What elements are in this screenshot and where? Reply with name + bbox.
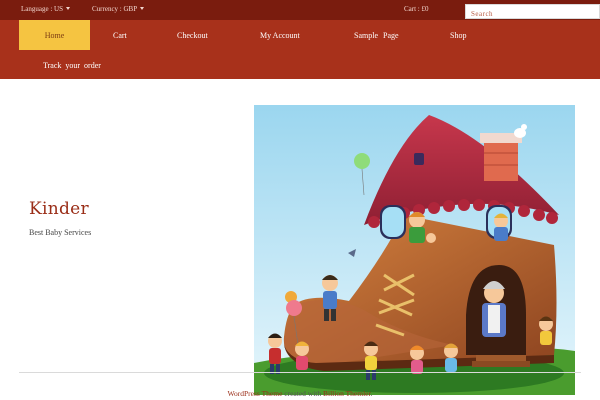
search-box — [465, 4, 600, 19]
caret-down-icon — [140, 7, 145, 10]
language-selector[interactable]: Language : US — [21, 5, 70, 13]
nav-item-my-account[interactable]: My Account — [260, 31, 300, 40]
shoe-house-illustration — [254, 105, 575, 395]
hero-illustration — [254, 105, 575, 395]
caret-down-icon — [66, 7, 70, 10]
nav-item-cart[interactable]: Cart — [113, 31, 127, 40]
main-navigation: Home Cart Checkout My Account Sample Pag… — [0, 20, 600, 79]
footer-period: . — [370, 389, 373, 398]
footer-wordpress-link[interactable]: WordPress Theme — [228, 389, 283, 398]
nav-item-checkout[interactable]: Checkout — [177, 31, 208, 40]
currency-label: Currency : GBP — [92, 5, 138, 13]
top-bar: Language : US Currency : GBP Cart : £0 — [0, 0, 600, 20]
site-title[interactable]: Kinder — [29, 199, 89, 219]
nav-item-track-order[interactable]: Track your order — [43, 61, 101, 70]
footer-divider — [19, 372, 581, 373]
nav-item-shop[interactable]: Shop — [450, 31, 466, 40]
footer-text: created with — [282, 389, 324, 398]
language-label: Language : US — [21, 5, 63, 13]
site-subtitle: Best Baby Services — [29, 228, 92, 237]
currency-selector[interactable]: Currency : GBP — [92, 5, 145, 13]
footer-themler-link[interactable]: Billion Themler — [323, 389, 371, 398]
cart-summary-link[interactable]: Cart : £0 — [404, 5, 429, 13]
nav-item-home[interactable]: Home — [19, 20, 90, 50]
search-input[interactable] — [466, 5, 599, 18]
footer-credits: WordPress Theme created with Billion The… — [0, 389, 600, 398]
nav-item-sample-page[interactable]: Sample Page — [354, 31, 399, 40]
